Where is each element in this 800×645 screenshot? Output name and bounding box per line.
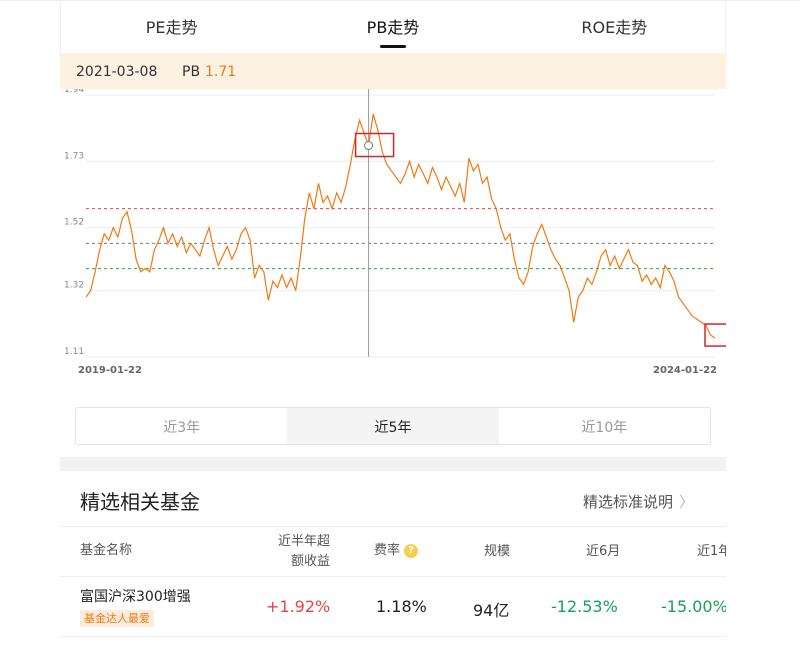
- range-10y[interactable]: 近10年: [499, 408, 710, 444]
- x-label-start: 2019-01-22: [78, 365, 142, 376]
- tab-pe-label: PE走势: [145, 18, 198, 37]
- y-tick-label: 1.94: [64, 89, 84, 95]
- header-fee[interactable]: 费率?: [374, 541, 419, 561]
- criteria-link[interactable]: 精选标准说明〉: [583, 491, 694, 512]
- time-range-selector: 近3年 近5年 近10年: [75, 407, 711, 445]
- fund-fee: 1.18%: [376, 597, 427, 616]
- y-tick-label: 1.11: [64, 347, 84, 357]
- latest-point-box: [704, 323, 726, 347]
- header-excess-line1: 近半年超: [277, 534, 330, 549]
- header-fee-label: 费率: [374, 543, 401, 558]
- tab-roe-label: ROE走势: [581, 18, 648, 37]
- header-scale[interactable]: 规模: [484, 542, 510, 562]
- selected-date: 2021-03-08: [76, 64, 158, 80]
- divider: [60, 576, 726, 577]
- y-tick-label: 1.73: [64, 151, 84, 161]
- tab-roe[interactable]: ROE走势: [504, 0, 725, 53]
- header-excess-line2: 额收益: [290, 554, 330, 569]
- selected-metric-value: 1.71: [205, 64, 237, 80]
- tab-active-indicator: [379, 45, 406, 48]
- range-3y[interactable]: 近3年: [76, 408, 287, 444]
- section-gap: [60, 457, 726, 471]
- fund-return-6m: -12.53%: [551, 597, 618, 616]
- header-fund-name: 基金名称: [80, 543, 133, 558]
- criteria-link-label: 精选标准说明: [583, 493, 674, 511]
- divider: [60, 636, 726, 637]
- pb-trend-chart[interactable]: 1.94 1.73 1.52 1.32 1.11 2019-01-22 2024-01-22: [60, 89, 726, 379]
- header-6m[interactable]: 近6月: [586, 542, 620, 562]
- x-label-end: 2024-01-22: [653, 365, 717, 376]
- fund-name: 富国沪深300增强: [80, 589, 191, 605]
- y-tick-label: 1.52: [64, 218, 84, 228]
- tab-pb[interactable]: PB走势: [282, 0, 503, 53]
- question-icon[interactable]: ?: [404, 543, 419, 558]
- fund-scale: 94亿: [473, 601, 510, 620]
- y-tick-label: 1.32: [64, 281, 84, 291]
- selected-point-info: 2021-03-08 PB 1.71: [60, 53, 726, 89]
- section-title: 精选相关基金: [80, 490, 200, 514]
- tab-pb-label: PB走势: [366, 18, 420, 37]
- selected-metric-label: PB: [182, 64, 201, 80]
- fund-excess-return: +1.92%: [266, 597, 331, 616]
- selected-point-marker: [364, 141, 374, 151]
- tab-pe[interactable]: PE走势: [61, 0, 282, 53]
- chevron-right-icon: 〉: [679, 493, 695, 511]
- divider: [60, 526, 726, 527]
- fund-return-1y: -15.00%: [661, 597, 726, 616]
- pb-series-line: [85, 113, 716, 339]
- metric-tabs: PE走势 PB走势 ROE走势: [60, 0, 726, 53]
- range-5y[interactable]: 近5年: [287, 408, 499, 444]
- header-excess-return[interactable]: 近半年超 额收益: [268, 532, 330, 572]
- selected-point-box: [354, 132, 395, 158]
- header-1y[interactable]: 近1年: [697, 542, 726, 562]
- fund-badge: 基金达人最爱: [80, 610, 154, 627]
